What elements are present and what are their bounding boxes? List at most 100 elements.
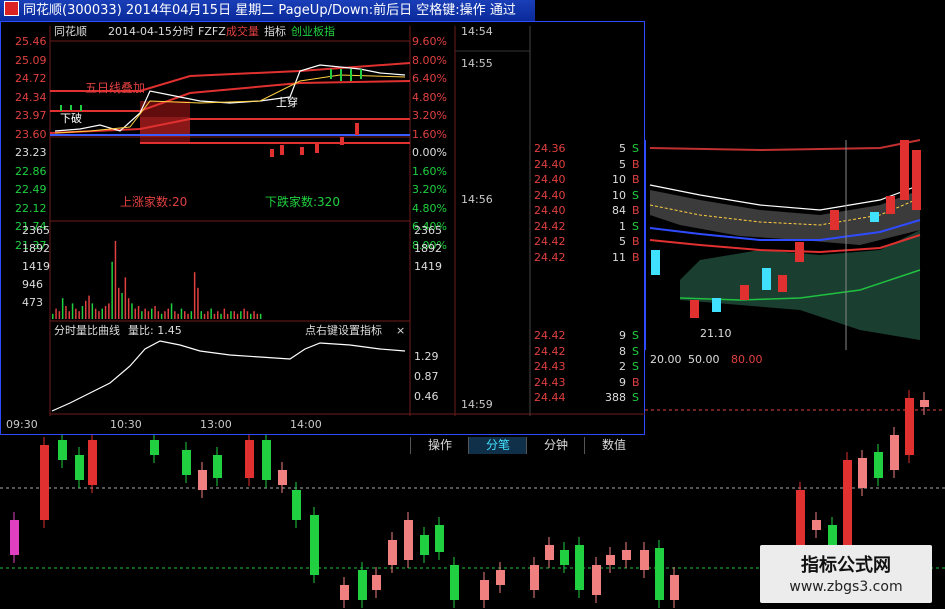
- volume-bar: [184, 311, 186, 319]
- trade-time: 14:54: [461, 25, 493, 38]
- candle-body: [150, 440, 159, 455]
- trade-price: 24.43: [534, 360, 566, 373]
- trade-side: B: [632, 250, 640, 264]
- right-candle: [830, 210, 839, 230]
- volume-bar: [190, 311, 193, 319]
- trade-volume: 11: [612, 250, 626, 264]
- volume-bar: [217, 311, 219, 319]
- volume-bar: [144, 308, 146, 319]
- candle-body: [310, 515, 319, 575]
- candle-body: [75, 455, 84, 480]
- candle-body: [262, 440, 271, 480]
- price-label: 22.86: [15, 164, 47, 178]
- volume-bar: [121, 293, 123, 319]
- app-icon: [4, 1, 19, 16]
- volume-bar: [180, 308, 183, 319]
- volume-bar: [98, 311, 100, 319]
- pct-label: 1.60%: [412, 127, 447, 141]
- volume-bar: [160, 313, 163, 319]
- trade-volume: 84: [612, 204, 626, 217]
- right-candle: [762, 268, 771, 290]
- time-tick: 09:30: [6, 418, 38, 431]
- candle-body: [40, 445, 49, 520]
- chart-mode-label: 分时: [172, 25, 194, 38]
- right-candle: [886, 196, 895, 214]
- volume-bar: [61, 298, 64, 319]
- candle-body: [292, 490, 301, 520]
- volume-bar: [240, 311, 242, 319]
- volume-bar: [167, 308, 169, 319]
- candle-body: [874, 452, 883, 478]
- pct-label: 4.80%: [412, 90, 447, 104]
- trade-side: B: [632, 235, 640, 248]
- trade-volume: 1: [619, 219, 626, 233]
- window-titlebar[interactable]: 同花顺(300033) 2014年04月15日 星期二 PageUp/Down:…: [0, 0, 535, 21]
- ratio-hint[interactable]: 点右键设置指标: [305, 325, 382, 337]
- right-candle: [690, 300, 699, 318]
- indicator-tab-label[interactable]: 指标: [264, 26, 286, 38]
- trade-price: 24.40: [534, 204, 566, 217]
- volume-bar: [108, 303, 110, 319]
- candle-body: [182, 450, 191, 475]
- volume-bar: [81, 306, 84, 319]
- ma-label-2: 50.00: [688, 353, 720, 366]
- trade-side: S: [632, 360, 639, 373]
- candle-body: [496, 570, 505, 585]
- trade-volume: 388: [605, 391, 626, 404]
- trade-price: 24.40: [534, 173, 566, 186]
- trade-price: 24.43: [534, 375, 566, 389]
- candle-body: [388, 540, 397, 565]
- index-tab-label[interactable]: 创业板指: [291, 26, 335, 38]
- right-candle: [778, 275, 787, 292]
- trade-price: 24.42: [534, 219, 566, 233]
- volume-bar: [137, 306, 140, 319]
- volume-bar: [243, 308, 245, 319]
- volume-bar: [200, 311, 202, 319]
- volume-bar: [250, 313, 252, 319]
- candle-body: [213, 455, 222, 478]
- price-label: 24.34: [15, 90, 47, 104]
- candle-body: [10, 520, 19, 555]
- candle-body: [622, 550, 631, 560]
- volume-bar: [127, 298, 130, 319]
- candle-body: [404, 520, 413, 560]
- tab-1[interactable]: 分笔: [468, 437, 527, 454]
- candle-body: [198, 470, 207, 490]
- volume-label: 1892: [22, 242, 50, 255]
- trade-volume: 10: [612, 173, 626, 186]
- chart-date: 2014-04-15: [108, 25, 172, 38]
- volume-label: 1419: [22, 260, 50, 273]
- volume-bar: [91, 303, 94, 319]
- right-candle: [900, 140, 909, 200]
- tab-0[interactable]: 操作: [410, 437, 469, 454]
- trade-price: 24.42: [534, 344, 566, 358]
- candle-body: [655, 548, 664, 600]
- time-tick: 13:00: [200, 418, 232, 431]
- pct-label: 1.60%: [412, 164, 447, 178]
- price-label: 25.09: [15, 53, 47, 67]
- trade-price: 24.42: [534, 329, 566, 342]
- volume-tab-label[interactable]: 成交量: [226, 26, 259, 38]
- volume-bar: [94, 308, 97, 319]
- ma-overlay-annotation: 五日线叠加: [85, 81, 146, 95]
- trade-price: 24.40: [534, 188, 566, 202]
- volume-bar: [174, 311, 176, 319]
- price-label: 23.23: [15, 146, 47, 159]
- volume-bar: [170, 303, 173, 319]
- price-label: 25.46: [15, 35, 47, 48]
- tab-2[interactable]: 分钟: [526, 437, 585, 454]
- trade-side: S: [632, 329, 639, 342]
- trade-volume: 5: [619, 142, 626, 155]
- volume-bar: [55, 308, 57, 319]
- ma-label-1: 20.00: [650, 353, 682, 366]
- candle-body: [858, 458, 867, 488]
- volume-bar: [118, 287, 120, 319]
- close-icon[interactable]: ×: [396, 325, 405, 337]
- candle-body: [796, 490, 805, 548]
- trade-price: 24.42: [534, 250, 566, 264]
- tab-3[interactable]: 数值: [584, 437, 643, 454]
- pct-label: 0.00%: [412, 146, 447, 159]
- volume-bar: [230, 311, 232, 319]
- right-candle: [912, 150, 921, 210]
- volume-label: 473: [22, 296, 43, 309]
